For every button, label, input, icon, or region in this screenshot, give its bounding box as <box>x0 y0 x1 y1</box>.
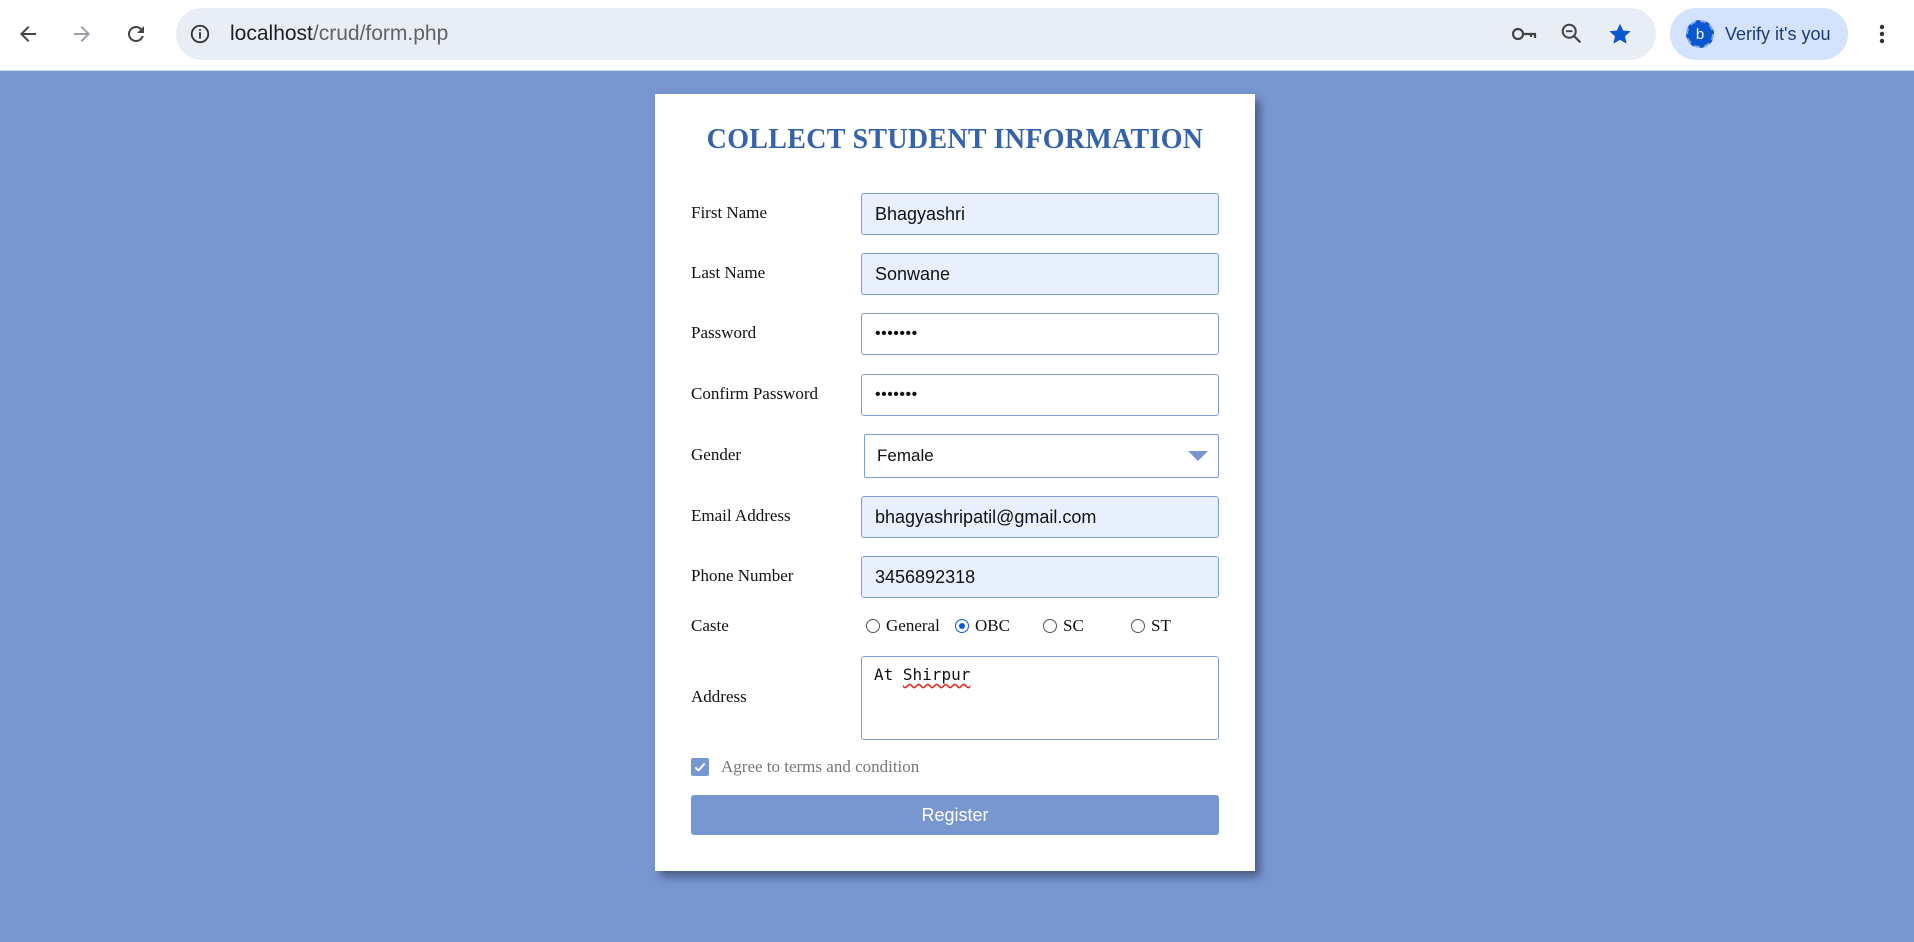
profile-avatar: b <box>1686 20 1714 48</box>
key-icon[interactable] <box>1510 20 1538 48</box>
dropdown-arrow-icon <box>1188 451 1208 461</box>
verify-label: Verify it's you <box>1725 24 1831 44</box>
url-path: /crud/form.php <box>312 22 449 45</box>
address-label: Address <box>691 687 747 706</box>
caste-option-label: OBC <box>975 616 1010 635</box>
radio-sc[interactable] <box>1043 619 1057 633</box>
zoom-out-icon[interactable] <box>1558 20 1586 48</box>
radio-obc[interactable] <box>955 619 969 633</box>
student-form-card: COLLECT STUDENT INFORMATION First Name B… <box>655 94 1255 871</box>
last-name-input[interactable]: Sonwane <box>861 253 1219 295</box>
more-vertical-icon <box>1879 24 1885 44</box>
address-textarea[interactable]: At Shirpur <box>861 656 1219 740</box>
caste-option-sc[interactable]: SC <box>1043 616 1084 636</box>
confirm-password-label: Confirm Password <box>691 384 819 403</box>
caste-option-label: ST <box>1151 616 1171 635</box>
form-title: COLLECT STUDENT INFORMATION <box>706 124 1204 155</box>
caste-label: Caste <box>691 616 729 635</box>
register-button[interactable]: Register <box>691 795 1219 835</box>
address-value-prefix: At <box>874 665 903 684</box>
radio-st[interactable] <box>1131 619 1145 633</box>
reload-button[interactable] <box>116 14 156 54</box>
site-info-icon[interactable] <box>188 22 212 46</box>
last-name-label: Last Name <box>691 263 766 282</box>
address-value-word: Shirpur <box>902 665 971 684</box>
agree-checkbox[interactable] <box>691 758 709 776</box>
back-button[interactable] <box>8 14 48 54</box>
browser-menu-button[interactable] <box>1866 14 1898 54</box>
gender-select[interactable]: Female <box>864 434 1219 478</box>
gender-selected-value: Female <box>877 446 934 465</box>
bookmark-star-icon[interactable] <box>1606 20 1634 48</box>
email-label: Email Address <box>691 506 791 525</box>
verify-identity-button[interactable]: b Verify it's you <box>1670 8 1848 60</box>
password-label: Password <box>691 323 757 342</box>
first-name-label: First Name <box>691 203 768 222</box>
password-input[interactable]: ••••••• <box>861 313 1219 355</box>
caste-option-label: SC <box>1063 616 1084 635</box>
browser-toolbar: localhost/crud/form.php b Verify it's yo… <box>0 0 1914 71</box>
checkmark-icon <box>694 762 706 772</box>
caste-option-st[interactable]: ST <box>1131 616 1171 636</box>
phone-label: Phone Number <box>691 566 794 585</box>
agree-label[interactable]: Agree to terms and condition <box>721 757 919 777</box>
caste-option-obc[interactable]: OBC <box>955 616 1010 636</box>
email-input[interactable]: bhagyashripatil@gmail.com <box>861 496 1219 538</box>
address-bar[interactable]: localhost/crud/form.php <box>176 8 1656 60</box>
arrow-right-icon <box>74 26 90 42</box>
forward-button[interactable] <box>62 14 102 54</box>
caste-option-label: General <box>886 616 940 635</box>
url-host: localhost <box>230 22 313 45</box>
first-name-input[interactable]: Bhagyashri <box>861 193 1219 235</box>
arrow-left-icon <box>20 26 36 42</box>
phone-input[interactable]: 3456892318 <box>861 556 1219 598</box>
caste-option-general[interactable]: General <box>866 616 940 636</box>
url-text[interactable]: localhost/crud/form.php <box>230 8 448 60</box>
confirm-password-input[interactable]: ••••••• <box>861 374 1219 416</box>
reload-icon <box>128 25 144 42</box>
gender-label: Gender <box>691 445 742 464</box>
radio-general[interactable] <box>866 619 880 633</box>
